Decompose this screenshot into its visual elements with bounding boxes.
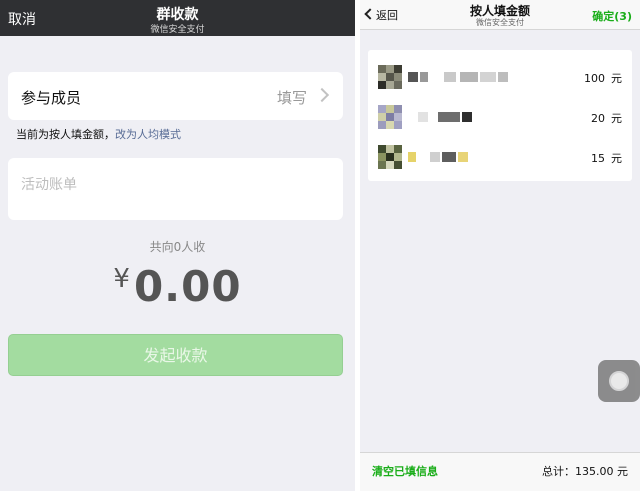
bottom-bar: 清空已填信息 总计：135.00 元 (360, 452, 640, 491)
amount-unit: 元 (611, 72, 622, 85)
chevron-right-icon (314, 87, 330, 103)
list-item[interactable]: 15 元 (368, 135, 632, 175)
assistive-touch-button[interactable] (598, 360, 640, 402)
amount-display: ¥0.00 (0, 262, 355, 311)
mode-line: 当前为按人填金额，改为人均模式 (16, 126, 181, 142)
assistive-touch-icon (609, 371, 629, 391)
amount-unit: 元 (611, 112, 622, 125)
group-collect-screen: 取消 群收款 微信安全支付 参与成员 填写 当前为按人填金额，改为人均模式 活动… (0, 0, 355, 491)
list-item[interactable]: 20 元 (368, 95, 632, 135)
avatar (378, 105, 402, 129)
member-amount[interactable]: 15 元 (591, 150, 622, 166)
total-amount-text: 总计：135.00 元 (542, 465, 628, 478)
fill-in-link[interactable]: 填写 (277, 87, 307, 108)
avatar (378, 65, 402, 89)
members-label: 参与成员 (21, 89, 82, 107)
page-title: 群收款 (156, 7, 199, 23)
amount-value: 20 (591, 112, 605, 125)
per-person-amount-screen: 返回 按人填金额 微信安全支付 确定(3) 100 元 20 元 15 元 清空… (360, 0, 640, 491)
top-nav-bar: 取消 群收款 微信安全支付 (0, 0, 355, 36)
members-row[interactable]: 参与成员 填写 (8, 72, 343, 120)
currency-symbol: ¥ (113, 264, 130, 294)
start-collection-button[interactable]: 发起收款 (8, 334, 343, 376)
activity-bill-placeholder: 活动账单 (21, 177, 77, 193)
confirm-button[interactable]: 确定(3) (592, 8, 632, 24)
amount-unit: 元 (611, 152, 622, 165)
avatar (378, 145, 402, 169)
clear-info-button[interactable]: 清空已填信息 (372, 463, 438, 479)
switch-mode-link[interactable]: 改为人均模式 (115, 128, 181, 141)
top-nav-bar-right: 返回 按人填金额 微信安全支付 确定(3) (360, 0, 640, 30)
recipient-count-text: 共向0人收 (149, 240, 206, 254)
amount-value: 100 (584, 72, 605, 85)
member-amount[interactable]: 20 元 (591, 110, 622, 126)
amount-value: 0.00 (133, 262, 242, 311)
list-item[interactable]: 100 元 (368, 55, 632, 95)
page-subtitle: 微信安全支付 (150, 25, 205, 35)
current-mode-text: 当前为按人填金额， (16, 128, 115, 141)
member-amount[interactable]: 100 元 (584, 70, 622, 86)
amount-value: 15 (591, 152, 605, 165)
member-amount-list: 100 元 20 元 15 元 (368, 50, 632, 181)
activity-bill-field[interactable]: 活动账单 (8, 158, 343, 220)
